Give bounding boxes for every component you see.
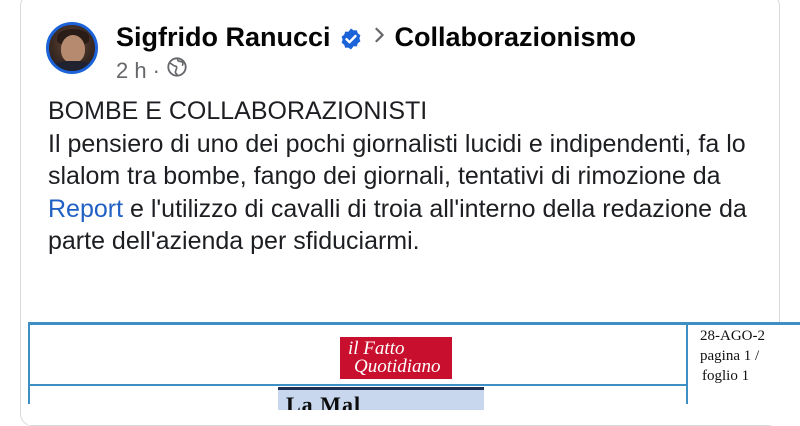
- report-link[interactable]: Report: [48, 195, 123, 223]
- avatar-face: [61, 35, 85, 63]
- post-title: BOMBE E COLLABORAZIONISTI: [48, 97, 428, 125]
- post-body: BOMBE E COLLABORAZIONISTI Il pensiero di…: [48, 95, 768, 258]
- document-headline: La Mal: [278, 387, 484, 410]
- post-text-after: e l'utilizzo di cavalli di troia all'int…: [48, 194, 747, 256]
- document-meta: 28-AGO-2 pagina 1 / foglio 1: [700, 326, 765, 386]
- post-meta: 2 h ·: [116, 56, 188, 85]
- chevron-right-icon: [373, 20, 387, 54]
- newspaper-logo: il Fatto Quotidiano: [340, 337, 452, 379]
- post-header: Sigfrido Ranucci Collaborazionismo: [116, 20, 636, 54]
- document-divider: [686, 325, 688, 404]
- document-date: 28-AGO-2: [700, 328, 765, 344]
- document-page: pagina 1 /: [700, 348, 760, 364]
- author-avatar[interactable]: [46, 22, 98, 74]
- post-paragraph: Il pensiero di uno dei pochi giornalisti…: [48, 128, 768, 258]
- verified-badge-icon: [339, 25, 363, 50]
- meta-separator: ·: [152, 57, 160, 83]
- group-name[interactable]: Collaborazionismo: [395, 20, 637, 54]
- post-time[interactable]: 2 h: [116, 57, 147, 85]
- post-text-before: Il pensiero di uno dei pochi giornalisti…: [48, 129, 746, 191]
- author-name[interactable]: Sigfrido Ranucci: [116, 20, 331, 54]
- logo-line-2: Quotidiano: [354, 356, 441, 377]
- document-border: [28, 322, 30, 404]
- document-rule: [28, 384, 688, 386]
- headline-text: La Mal: [286, 392, 362, 410]
- globe-icon[interactable]: [166, 56, 188, 85]
- document-sheet: foglio 1: [702, 368, 750, 384]
